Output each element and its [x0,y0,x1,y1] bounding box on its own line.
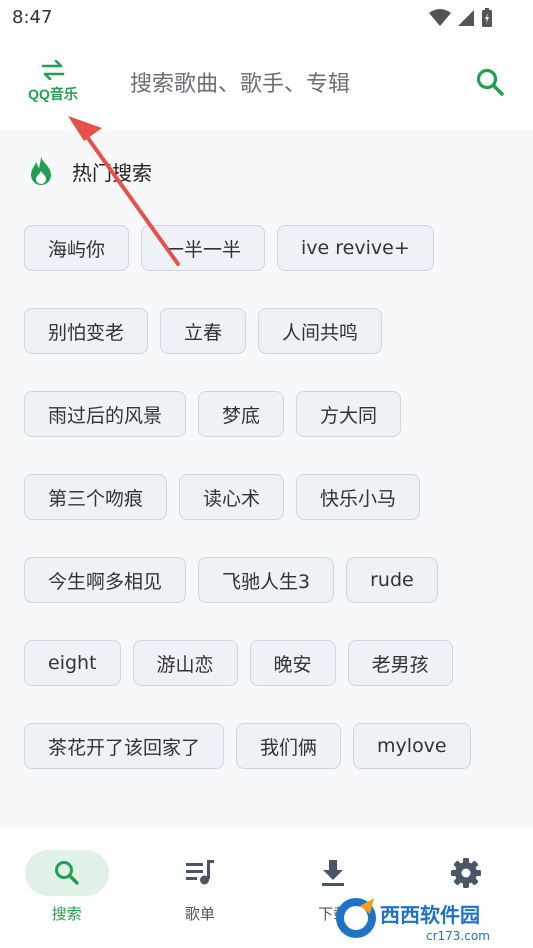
hot-search-tags: 海屿你 一半一半 ive revive+ 别怕变老 立春 人间共鸣 雨过后的风景… [24,225,494,806]
bottom-nav: 搜索 歌单 下载 [0,828,533,948]
tag-row: 第三个吻痕 读心术 快乐小马 [24,474,494,521]
playlist-icon [185,860,214,885]
music-source-switch[interactable]: QQ音乐 [18,60,88,110]
hot-search-tag[interactable]: 雨过后的风景 [24,391,187,437]
hot-search-tag[interactable]: 人间共鸣 [258,308,383,354]
hot-search-tag[interactable]: 别怕变老 [24,308,149,354]
hot-search-tag[interactable]: 飞驰人生3 [198,557,335,603]
nav-label-playlist: 歌单 [184,905,215,923]
hot-search-tag[interactable]: ive revive+ [277,225,434,271]
nav-item-settings[interactable] [400,828,533,948]
nav-active-pill [24,850,109,896]
nav-label-search: 搜索 [51,905,82,923]
hot-search-tag[interactable]: mylove [353,723,471,769]
search-icon [476,68,504,96]
hot-search-header: 热门搜索 [26,154,152,188]
nav-label-download: 下载 [318,905,349,923]
hot-search-tag[interactable]: 老男孩 [347,640,453,686]
status-time: 8:47 [12,7,53,28]
hot-search-tag[interactable]: 梦底 [198,391,285,437]
wifi-icon [429,9,451,26]
tag-row: 茶花开了该回家了 我们俩 mylove [24,723,494,770]
hot-search-tag[interactable]: 游山恋 [132,640,238,686]
nav-item-playlist[interactable]: 歌单 [133,828,266,948]
nav-item-search[interactable]: 搜索 [0,828,133,948]
status-bar: 8:47 [0,0,533,36]
hot-search-tag[interactable]: 海屿你 [24,225,130,271]
hot-search-tag[interactable]: 立春 [160,308,247,354]
hot-search-tag[interactable]: 第三个吻痕 [24,474,168,520]
tag-row: 海屿你 一半一半 ive revive+ [24,225,494,272]
search-button[interactable] [474,66,508,100]
signal-icon [458,10,474,26]
hot-search-tag[interactable]: 读心术 [179,474,285,520]
hot-search-tag[interactable]: 一半一半 [141,225,266,271]
hot-search-title: 热门搜索 [72,160,152,185]
hot-search-tag[interactable]: 今生啊多相见 [24,557,187,603]
search-input[interactable] [130,64,450,104]
tag-row: 别怕变老 立春 人间共鸣 [24,308,494,355]
hot-search-tag[interactable]: eight [24,640,121,686]
search-icon [54,861,79,885]
status-icons [429,8,493,28]
tag-row: 今生啊多相见 飞驰人生3 rude [24,557,494,604]
top-bar: QQ音乐 [0,36,533,130]
hot-search-tag[interactable]: 晚安 [249,640,336,686]
swap-icon [41,60,65,80]
music-source-label: QQ音乐 [28,86,78,102]
hot-search-tag[interactable]: 方大同 [296,391,402,437]
hot-search-tag[interactable]: 快乐小马 [296,474,421,520]
battery-icon [482,8,492,27]
hot-search-tag[interactable]: 我们俩 [236,723,342,769]
hot-search-tag[interactable]: rude [346,557,438,603]
settings-icon [451,858,482,888]
tag-row: eight 游山恋 晚安 老男孩 [24,640,494,687]
nav-item-download[interactable]: 下载 [267,828,400,948]
fire-icon [31,156,51,185]
tag-row: 雨过后的风景 梦底 方大同 [24,391,494,438]
download-icon [322,860,345,886]
hot-search-tag[interactable]: 茶花开了该回家了 [24,723,225,769]
